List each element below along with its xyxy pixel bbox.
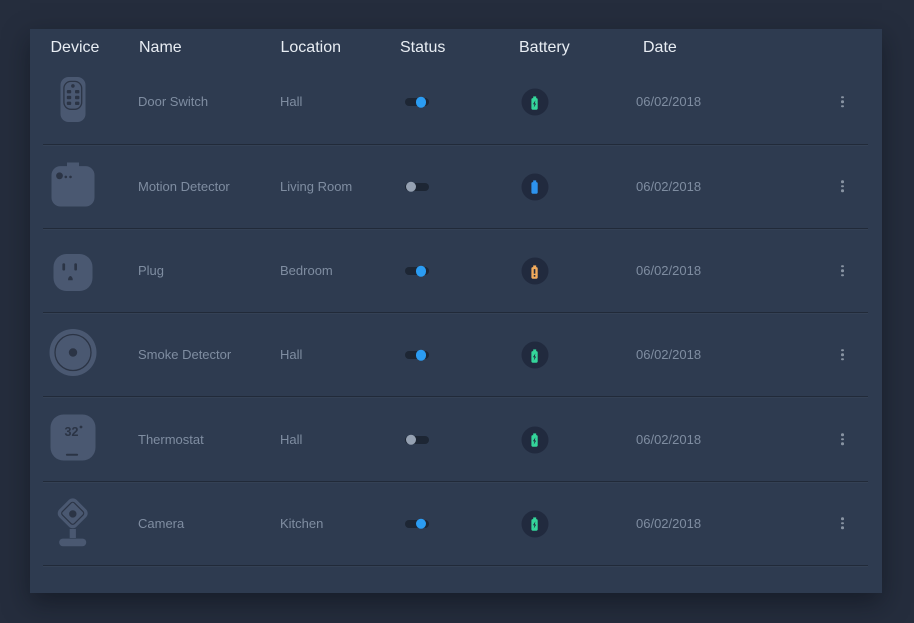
svg-text:32: 32 bbox=[65, 425, 79, 439]
